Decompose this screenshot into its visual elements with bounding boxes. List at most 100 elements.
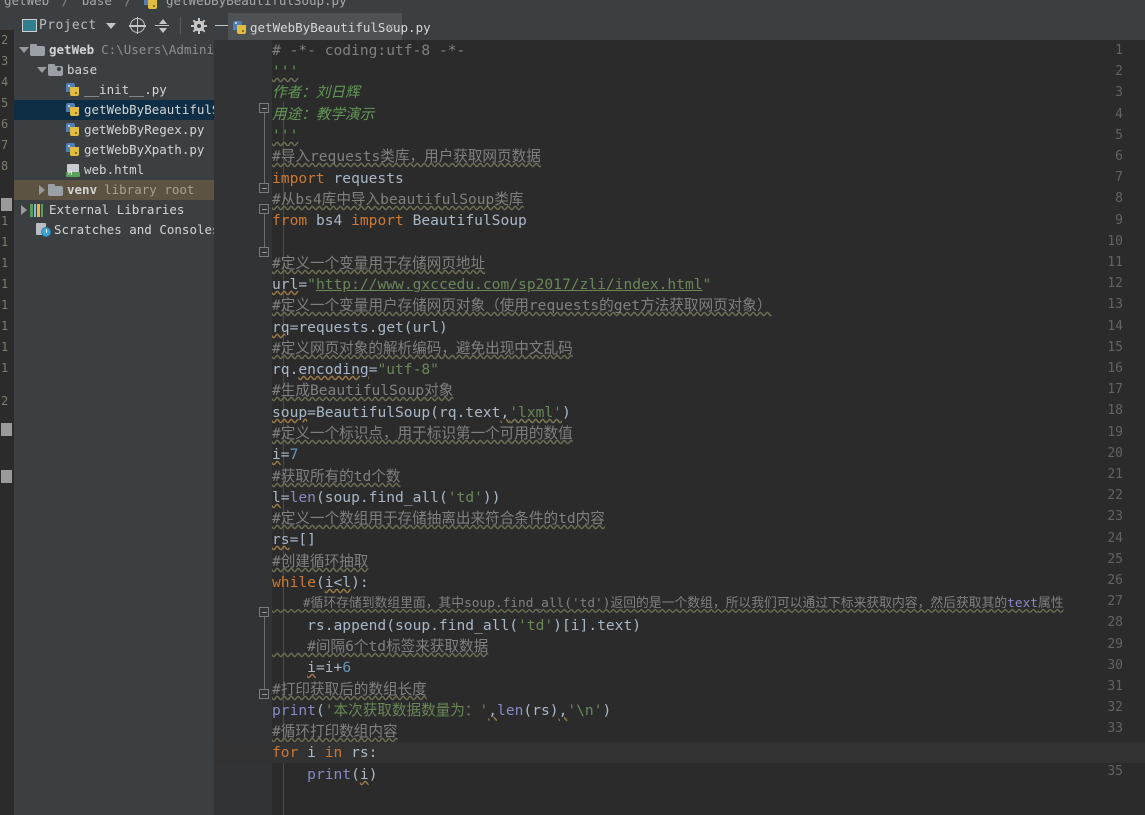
fold-handle-docstring[interactable] bbox=[259, 103, 269, 113]
breadcrumb-item-0[interactable]: getWeb bbox=[4, 0, 49, 8]
settings-button[interactable] bbox=[188, 14, 210, 38]
code-editor[interactable]: 1234567891011121314151617181920212223242… bbox=[214, 40, 1145, 815]
code-line-16: rq.encoding="utf-8" bbox=[272, 359, 439, 380]
fold-handle-imports[interactable] bbox=[259, 204, 269, 214]
code-line-14: rq=requests.get(url) bbox=[272, 317, 448, 338]
code-line-2: ''' bbox=[272, 61, 298, 82]
code-line-12: url="http://www.gxccedu.com/sp2017/zli/i… bbox=[272, 274, 711, 295]
code-line-31: #打印获取后的数组长度 bbox=[272, 679, 427, 700]
code-line-25: #创建循环抽取 bbox=[272, 551, 368, 572]
code-line-22: l=len(soup.find_all('td')) bbox=[272, 487, 500, 508]
code-line-18: soup=BeautifulSoup(rq.text,'lxml') bbox=[272, 402, 571, 423]
tree-item-path: C:\Users\Administrat bbox=[101, 40, 214, 60]
code-line-7: import requests bbox=[272, 168, 404, 189]
code-line-13: #定义一个变量用户存储网页对象（使用requests的get方法获取网页对象） bbox=[272, 295, 771, 316]
code-line-9: from bs4 import BeautifulSoup bbox=[272, 210, 527, 231]
twisty-open-icon[interactable] bbox=[17, 40, 30, 60]
code-line-3: 作者：刘日辉 bbox=[272, 82, 360, 103]
folder-icon bbox=[30, 44, 45, 56]
source-folder-icon bbox=[48, 64, 63, 76]
python-file-icon bbox=[66, 143, 79, 157]
chevron-down-icon[interactable] bbox=[106, 23, 116, 29]
project-tree-panel[interactable]: getWeb C:\Users\Administrat base __init_… bbox=[14, 40, 214, 815]
code-line-17: #生成BeautifulSoup对象 bbox=[272, 380, 453, 401]
fold-guide bbox=[264, 617, 265, 689]
python-file-icon bbox=[66, 103, 79, 117]
project-toolbar: Project bbox=[14, 11, 1145, 40]
tree-item-label: getWebByRegex.py bbox=[84, 120, 204, 140]
fold-handle-imports-end[interactable] bbox=[259, 247, 269, 257]
fold-handle-while-end[interactable] bbox=[259, 689, 269, 699]
python-file-icon bbox=[66, 123, 79, 137]
tree-item-label: Scratches and Consoles bbox=[54, 220, 214, 240]
tree-item-label: base bbox=[67, 60, 97, 80]
twisty-closed-icon[interactable] bbox=[35, 180, 48, 200]
fold-guide bbox=[264, 214, 265, 247]
tree-item-label: getWebByBeautifulSoup. bbox=[84, 100, 214, 120]
tree-item-getwebbyregex-py[interactable]: getWebByRegex.py bbox=[14, 120, 214, 140]
breadcrumb-item-1[interactable]: base bbox=[82, 0, 112, 8]
tree-item-getwebbybeautifulsoup-py[interactable]: getWebByBeautifulSoup. bbox=[14, 100, 214, 120]
code-line-6: #导入requests类库，用户获取网页数据 bbox=[272, 146, 541, 167]
folder-icon bbox=[48, 184, 63, 196]
tree-item-external-libraries[interactable]: External Libraries bbox=[14, 200, 214, 220]
twisty-open-icon[interactable] bbox=[35, 60, 48, 80]
ide-window: 2 3 4 5 6 7 8 1 1 1 1 1 1 1 1 2 Project bbox=[0, 11, 1145, 815]
tree-item-label: web.html bbox=[84, 160, 144, 180]
toolbar-divider bbox=[180, 17, 181, 34]
close-icon[interactable]: ✕ bbox=[385, 22, 396, 33]
tree-item-venv[interactable]: venv library root bbox=[14, 180, 214, 200]
hide-panel-icon bbox=[215, 25, 228, 27]
tree-item-label: getWebByXpath.py bbox=[84, 140, 204, 160]
tree-item-getwebbyxpath-py[interactable]: getWebByXpath.py bbox=[14, 140, 214, 160]
tree-item-label: __init__.py bbox=[84, 80, 167, 100]
code-line-34: for i in rs: bbox=[272, 742, 377, 763]
settings-gear-icon bbox=[191, 18, 207, 34]
fold-guide bbox=[264, 113, 265, 186]
tree-item-getweb[interactable]: getWeb C:\Users\Administrat bbox=[14, 40, 214, 60]
code-text-layer[interactable]: # -*- coding:utf-8 -*- ''' 作者：刘日辉 用途：教学演… bbox=[272, 40, 1145, 815]
tree-item-init-py[interactable]: __init__.py bbox=[14, 80, 214, 100]
collapse-all-button[interactable] bbox=[151, 14, 173, 38]
tree-item-badge: library root bbox=[104, 180, 194, 200]
breadcrumb-item-2[interactable]: getWebByBeautifulSoup.py bbox=[166, 0, 347, 8]
code-line-15: #定义网页对象的解析编码，避免出现中文乱码 bbox=[272, 338, 573, 359]
code-line-29: #间隔6个td标签来获取数据 bbox=[272, 636, 488, 657]
twisty-closed-icon[interactable] bbox=[17, 200, 30, 220]
fold-handle-while[interactable] bbox=[259, 607, 269, 617]
code-line-24: rs=[] bbox=[272, 529, 316, 550]
html-file-icon: H bbox=[66, 164, 80, 177]
code-line-1: # -*- coding:utf-8 -*- bbox=[272, 40, 465, 61]
tree-item-web-html[interactable]: H web.html bbox=[14, 160, 214, 180]
python-file-icon bbox=[233, 21, 246, 35]
code-line-32: print('本次获取数据数量为：',len(rs),'\n') bbox=[272, 700, 611, 721]
tab-getwebbybeautifulsoup[interactable]: getWebByBeautifulSoup.py ✕ bbox=[228, 13, 402, 40]
code-line-33: #循环打印数组内容 bbox=[272, 721, 398, 742]
project-label: Project bbox=[37, 18, 101, 33]
breadcrumb-separator: / bbox=[57, 0, 75, 8]
tab-title: getWebByBeautifulSoup.py bbox=[250, 20, 431, 35]
tree-item-base[interactable]: base bbox=[14, 60, 214, 80]
breadcrumb: getWeb / base / getWebByBeautifulSoup.py bbox=[0, 0, 1145, 11]
scratches-icon bbox=[36, 223, 51, 237]
background-window-edge: 2 3 4 5 6 7 8 1 1 1 1 1 1 1 1 2 bbox=[0, 30, 14, 815]
locate-in-tree-button[interactable] bbox=[126, 14, 149, 38]
python-file-icon bbox=[66, 83, 79, 97]
editor-tabbar: getWebByBeautifulSoup.py ✕ bbox=[228, 11, 402, 40]
code-line-21: #获取所有的td个数 bbox=[272, 466, 401, 487]
code-line-23: #定义一个数组用于存储抽离出来符合条件的td内容 bbox=[272, 508, 605, 529]
fold-handle-docstring-end[interactable] bbox=[259, 183, 269, 193]
collapse-all-icon bbox=[154, 18, 170, 34]
code-line-8: #从bs4库中导入beautifulSoup类库 bbox=[272, 189, 524, 210]
code-line-27: #循环存储到数组里面，其中soup.find_all('td')返回的是一个数组… bbox=[272, 593, 1064, 614]
code-line-11: #定义一个变量用于存储网页地址 bbox=[272, 253, 485, 274]
project-view-button[interactable]: Project bbox=[15, 14, 124, 38]
code-line-30: i=i+6 bbox=[272, 657, 351, 678]
tree-item-scratches-and-consoles[interactable]: Scratches and Consoles bbox=[14, 220, 214, 240]
libraries-icon bbox=[30, 204, 45, 217]
code-line-35: print(i) bbox=[272, 764, 377, 785]
code-line-20: i=7 bbox=[272, 444, 298, 465]
tree-item-label: External Libraries bbox=[49, 200, 184, 220]
code-line-28: rs.append(soup.find_all('td')[i].text) bbox=[272, 615, 641, 636]
project-window-icon bbox=[22, 19, 37, 32]
